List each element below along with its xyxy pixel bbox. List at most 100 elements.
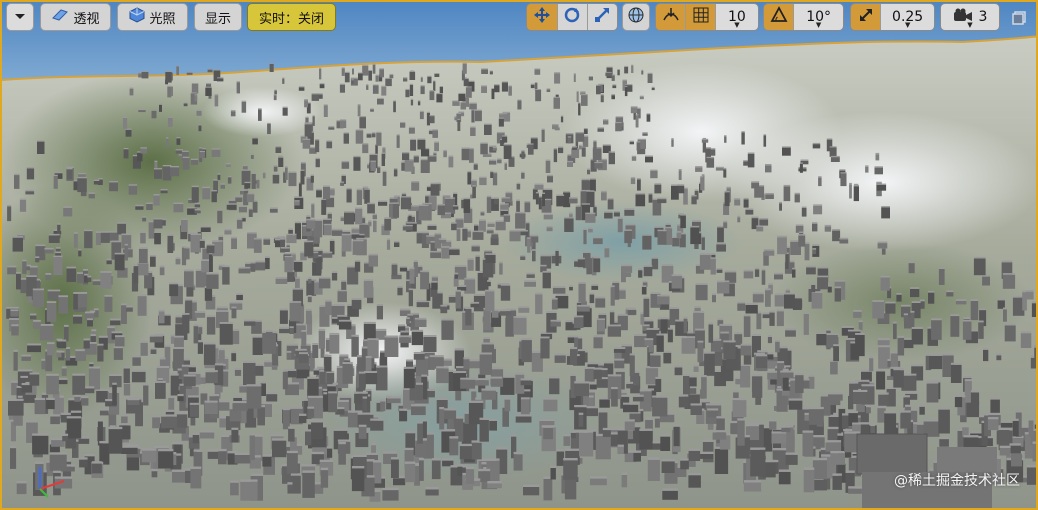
- grid-snap-value-dropdown[interactable]: 10 ▼: [714, 4, 758, 30]
- building-block: [162, 166, 172, 181]
- lighting-button[interactable]: 光照: [117, 3, 188, 31]
- building-roof: [408, 214, 412, 216]
- building-block: [465, 469, 475, 485]
- building-roof: [240, 479, 258, 482]
- world-local-toggle-button[interactable]: [622, 3, 650, 31]
- building-block: [747, 153, 755, 168]
- building-roof: [370, 160, 376, 162]
- rotation-snap-value-dropdown[interactable]: 10° ▼: [793, 4, 843, 30]
- building-block: [313, 370, 319, 375]
- building-roof: [578, 102, 581, 104]
- building-block: [154, 233, 161, 245]
- building-roof: [602, 427, 611, 431]
- building-roof: [405, 430, 416, 434]
- building-block: [100, 232, 110, 243]
- building-block: [467, 361, 481, 369]
- building-roof: [471, 389, 477, 392]
- perspective-button[interactable]: 透视: [40, 3, 111, 31]
- building-block: [420, 160, 430, 173]
- building-roof: [997, 298, 1005, 301]
- building-block: [389, 74, 394, 79]
- realtime-button[interactable]: 实时：关闭: [247, 3, 336, 31]
- building-block: [344, 212, 355, 225]
- building-block: [8, 400, 24, 416]
- translate-tool-button[interactable]: [527, 4, 558, 30]
- building-block: [737, 217, 741, 223]
- building-block: [282, 371, 288, 390]
- building-roof: [249, 433, 255, 436]
- building-block: [402, 226, 413, 231]
- building-roof: [486, 458, 500, 461]
- building-roof: [669, 307, 680, 309]
- building-roof: [639, 389, 652, 392]
- building-block: [10, 448, 17, 469]
- building-roof: [22, 259, 27, 262]
- building-roof: [654, 416, 660, 419]
- building-block: [714, 448, 729, 474]
- building-roof: [218, 348, 225, 351]
- camera-speed-dropdown[interactable]: 3 ▼: [941, 4, 999, 30]
- building-block: [785, 254, 789, 269]
- building-roof: [407, 313, 414, 316]
- building-roof: [396, 134, 400, 136]
- building-roof: [177, 394, 184, 397]
- building-block: [504, 399, 511, 412]
- building-roof: [207, 68, 213, 70]
- rotation-snap-button[interactable]: [764, 4, 794, 30]
- building-roof: [153, 218, 163, 220]
- level-viewport[interactable]: @稀土掘金技术社区: [0, 0, 1038, 510]
- building-roof: [767, 370, 778, 373]
- viewport-menu-button[interactable]: [6, 3, 34, 31]
- city-3d-scene[interactable]: [2, 2, 1038, 510]
- maximize-viewport-button[interactable]: [1010, 9, 1028, 27]
- building-roof: [422, 419, 427, 422]
- building-roof: [123, 148, 129, 150]
- building-roof: [593, 367, 602, 370]
- building-block: [83, 388, 95, 394]
- building-roof: [1031, 301, 1036, 304]
- scale-snap-button[interactable]: [851, 4, 881, 30]
- building-roof: [759, 218, 769, 220]
- building-block: [462, 229, 468, 241]
- building-roof: [402, 152, 410, 154]
- building-roof: [408, 126, 415, 128]
- building-block: [808, 376, 815, 389]
- surface-snap-button[interactable]: [656, 4, 686, 30]
- building-roof: [813, 204, 823, 206]
- transform-tools-group: [526, 3, 618, 31]
- building-block: [155, 382, 166, 399]
- building-roof: [306, 218, 316, 221]
- building-roof: [384, 335, 399, 338]
- scale-tool-button[interactable]: [586, 4, 617, 30]
- grid-snap-button[interactable]: [685, 4, 715, 30]
- scale-snap-value-dropdown[interactable]: 0.25 ▼: [880, 4, 934, 30]
- rotate-tool-button[interactable]: [557, 4, 587, 30]
- building-roof: [313, 368, 319, 371]
- building-roof: [410, 98, 414, 100]
- building-roof: [458, 92, 466, 94]
- building-block: [782, 391, 790, 396]
- building-roof: [117, 222, 126, 224]
- building-roof: [637, 107, 641, 109]
- building-roof: [199, 147, 203, 149]
- building-roof: [460, 101, 466, 103]
- building-roof: [639, 428, 653, 431]
- building-roof: [571, 430, 576, 433]
- show-button[interactable]: 显示: [194, 3, 242, 31]
- building-block: [340, 182, 345, 186]
- building-block: [999, 447, 1011, 456]
- building-block: [337, 291, 347, 303]
- building-roof: [723, 220, 728, 223]
- building-roof: [382, 170, 387, 172]
- building-block: [462, 63, 467, 74]
- building-block: [10, 311, 19, 317]
- building-block: [427, 76, 432, 84]
- building-roof: [7, 205, 12, 207]
- building-roof: [323, 104, 328, 106]
- building-roof: [577, 304, 590, 307]
- building-roof: [127, 398, 140, 401]
- building-block: [265, 258, 270, 270]
- building-block: [373, 220, 377, 233]
- building-roof: [232, 401, 248, 404]
- building-roof: [326, 140, 333, 142]
